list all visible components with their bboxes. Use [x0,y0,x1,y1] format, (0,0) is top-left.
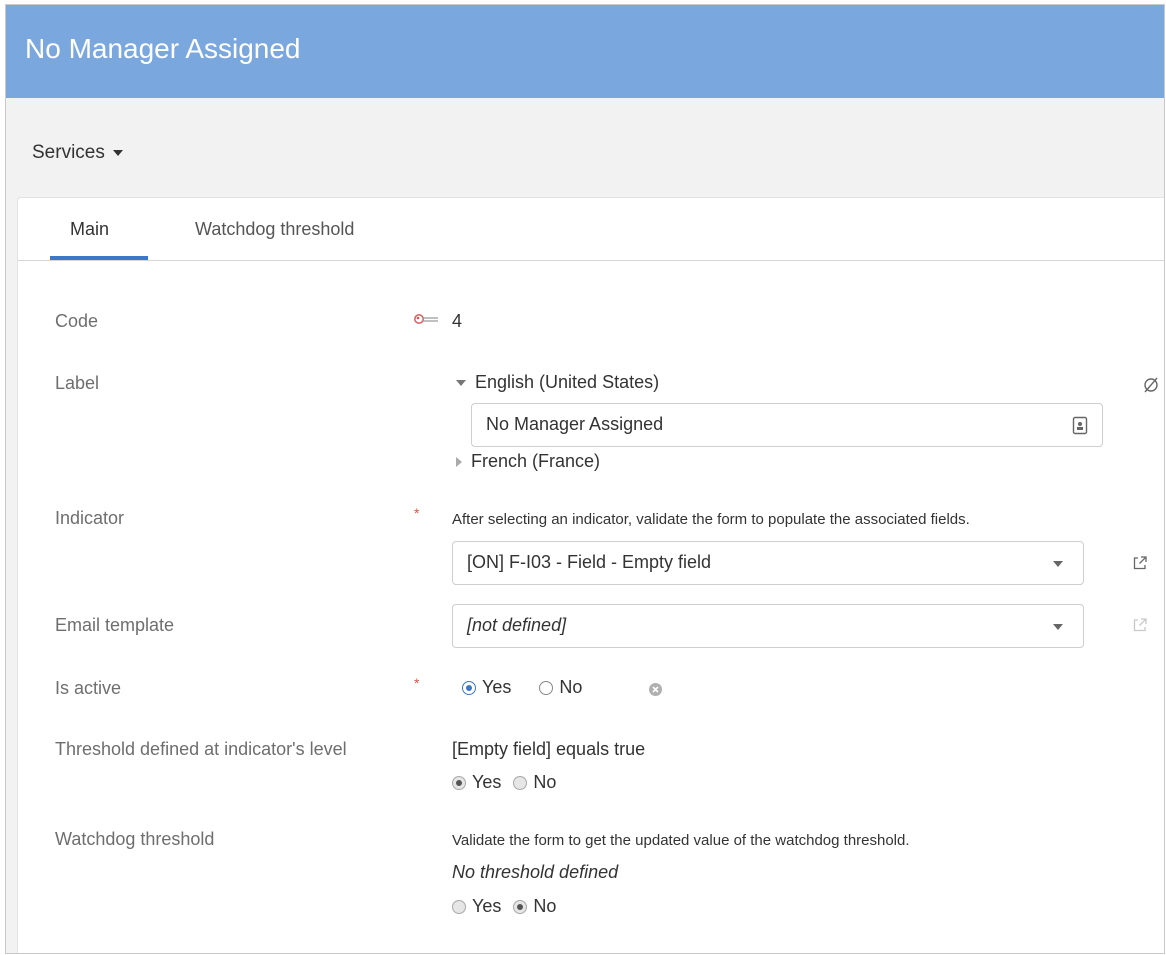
indicator-label: Indicator [55,508,125,528]
watchdog-threshold-hint: Validate the form to get the updated val… [452,832,910,849]
chevron-down-icon [1053,624,1063,630]
label-english-value: No Manager Assigned [486,414,664,434]
is-active-yes-label[interactable]: Yes [482,677,511,698]
watchdog-threshold-label: Watchdog threshold [55,829,215,849]
watchdog-threshold-no-radio [513,899,528,914]
language-french-name: French (France) [471,451,601,471]
label-field-label: Label [55,373,100,393]
tab-main[interactable]: Main [70,219,109,240]
external-link-icon[interactable] [1132,555,1148,571]
threshold-indicator-yes-radio [452,775,466,790]
key-icon [414,314,438,324]
language-english-name: English (United States) [475,372,660,392]
watchdog-threshold-yes-label: Yes [472,896,502,916]
indicator-value: [ON] F-I03 - Field - Empty field [467,552,712,572]
threshold-indicator-no-label: No [533,772,557,792]
caret-down-icon [112,149,123,156]
threshold-expression: [Empty field] equals true [452,739,646,759]
code-value: 4 [452,311,463,331]
chevron-down-icon [1053,561,1063,567]
is-active-label: Is active [55,678,122,698]
is-active-no-radio[interactable] [539,680,554,695]
language-french-toggle[interactable]: French (France) [456,451,600,472]
watchdog-threshold-radio-group: Yes No [452,896,556,917]
window-frame: No Manager Assigned Services Main Watchd… [5,4,1165,954]
is-active-radio-group: Yes No [462,677,582,698]
services-menu-button[interactable]: Services [32,142,123,164]
code-label: Code [55,311,99,331]
active-tab-indicator [50,256,148,260]
indicator-required-marker: * [414,505,420,521]
email-template-value: [not defined] [467,615,567,635]
is-active-required-marker: * [414,675,420,691]
form-panel: Main Watchdog threshold Code 4 Label Eng… [17,197,1164,953]
tab-watchdog-threshold[interactable]: Watchdog threshold [195,219,354,240]
is-active-no-label[interactable]: No [559,677,582,698]
external-link-icon [1133,618,1147,632]
toolbar: Services [6,98,1164,198]
indicator-select[interactable]: [ON] F-I03 - Field - Empty field [452,541,1084,585]
indicator-hint: After selecting an indicator, validate t… [452,511,970,528]
tab-bar: Main Watchdog threshold [18,198,1164,261]
page-title: No Manager Assigned [25,33,301,64]
language-english-toggle[interactable]: English (United States) [456,372,659,393]
threshold-indicator-no-radio [513,775,528,790]
label-english-input[interactable]: No Manager Assigned [471,403,1103,447]
empty-set-icon[interactable] [1142,376,1160,394]
threshold-indicator-radio-group: Yes No [452,772,556,793]
expanded-triangle-icon [456,380,466,387]
services-label: Services [32,142,105,163]
clear-circle-icon[interactable] [649,683,662,696]
document-icon[interactable] [1072,416,1088,435]
is-active-yes-radio[interactable] [462,680,476,695]
threshold-indicator-label: Threshold defined at indicator's level [55,739,347,759]
email-template-label: Email template [55,615,175,635]
watchdog-threshold-no-label: No [533,896,557,916]
collapsed-triangle-icon [456,457,462,468]
threshold-indicator-yes-label: Yes [472,772,502,792]
watchdog-threshold-yes-radio [452,899,466,914]
watchdog-threshold-status: No threshold defined [452,862,619,882]
title-bar: No Manager Assigned [6,5,1164,98]
email-template-select[interactable]: [not defined] [452,604,1084,648]
